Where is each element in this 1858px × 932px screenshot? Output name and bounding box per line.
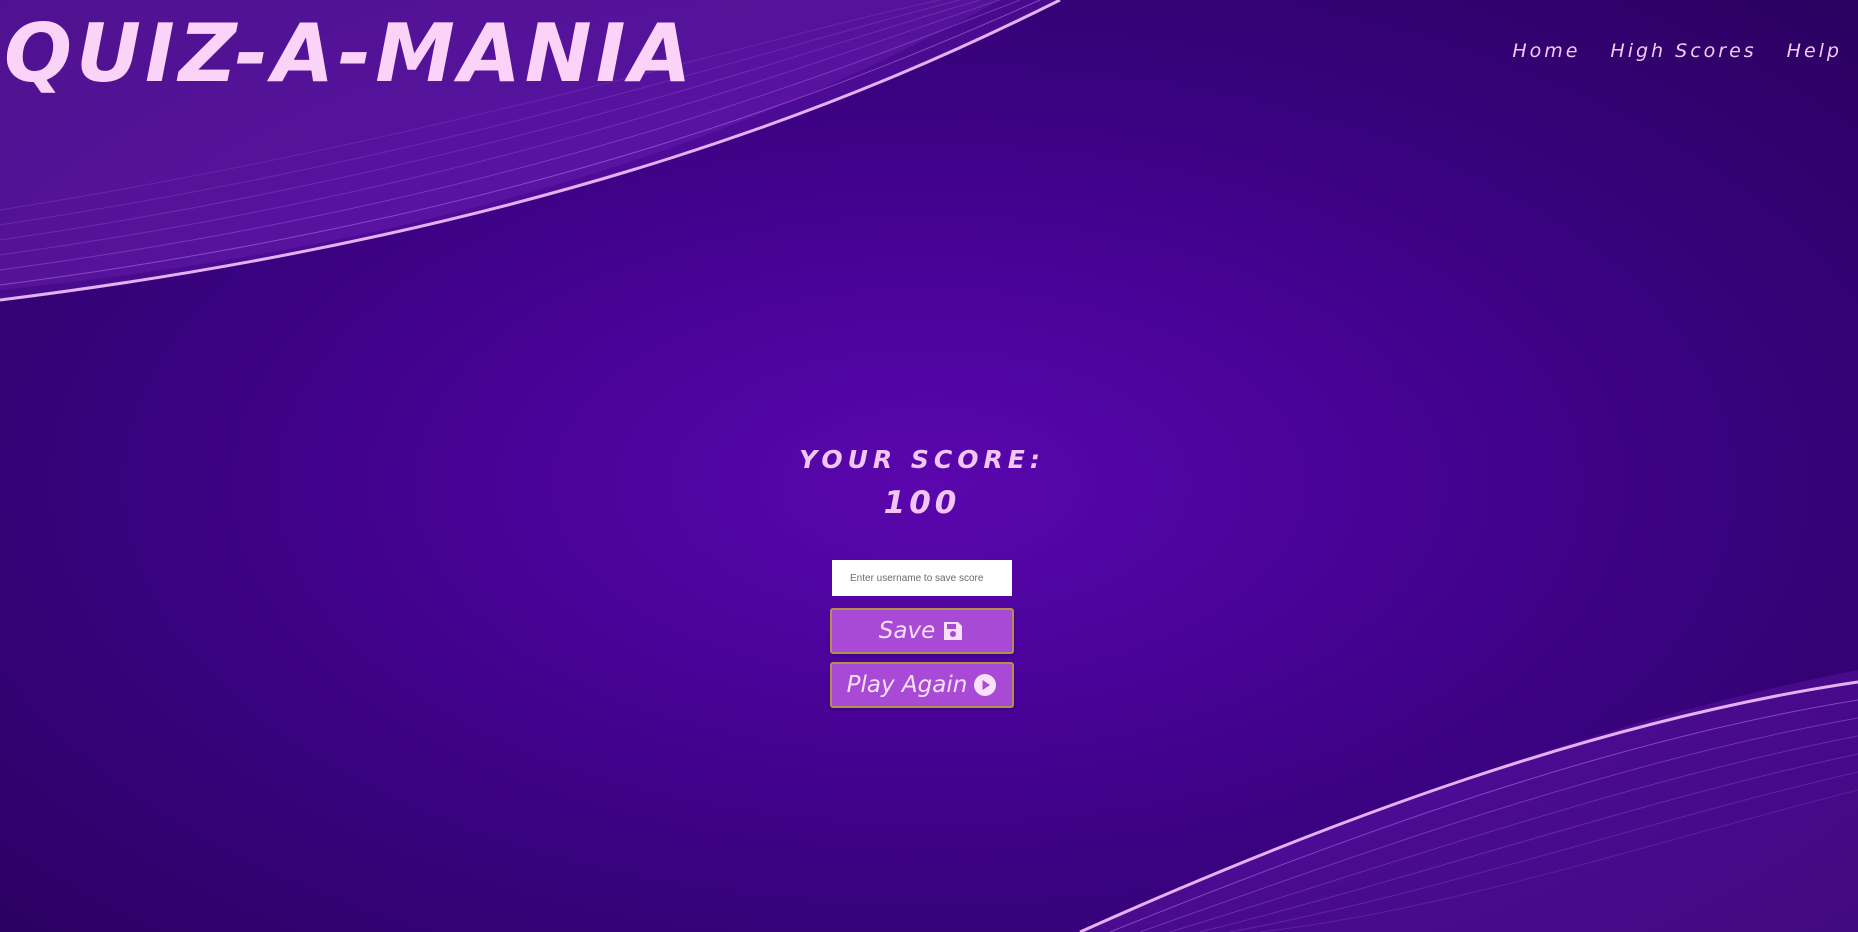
final-score: 100 bbox=[883, 485, 961, 521]
username-input[interactable] bbox=[832, 560, 1012, 596]
site-logo[interactable]: QUIZ-A-MANIA bbox=[4, 4, 695, 104]
nav-help-link[interactable]: Help bbox=[1787, 40, 1842, 62]
main-nav: Home High Scores Help bbox=[1512, 40, 1842, 62]
floppy-disk-icon bbox=[941, 619, 965, 643]
end-screen: YOUR SCORE: 100 Save Play Again bbox=[0, 440, 1844, 716]
play-circle-icon bbox=[973, 673, 997, 697]
save-button[interactable]: Save bbox=[830, 608, 1014, 654]
nav-high-scores-link[interactable]: High Scores bbox=[1610, 40, 1756, 62]
save-button-label: Save bbox=[878, 618, 936, 644]
nav-home-link[interactable]: Home bbox=[1512, 40, 1580, 62]
play-again-button[interactable]: Play Again bbox=[830, 662, 1014, 708]
play-again-button-label: Play Again bbox=[846, 672, 968, 698]
score-label: YOUR SCORE: bbox=[799, 445, 1045, 474]
